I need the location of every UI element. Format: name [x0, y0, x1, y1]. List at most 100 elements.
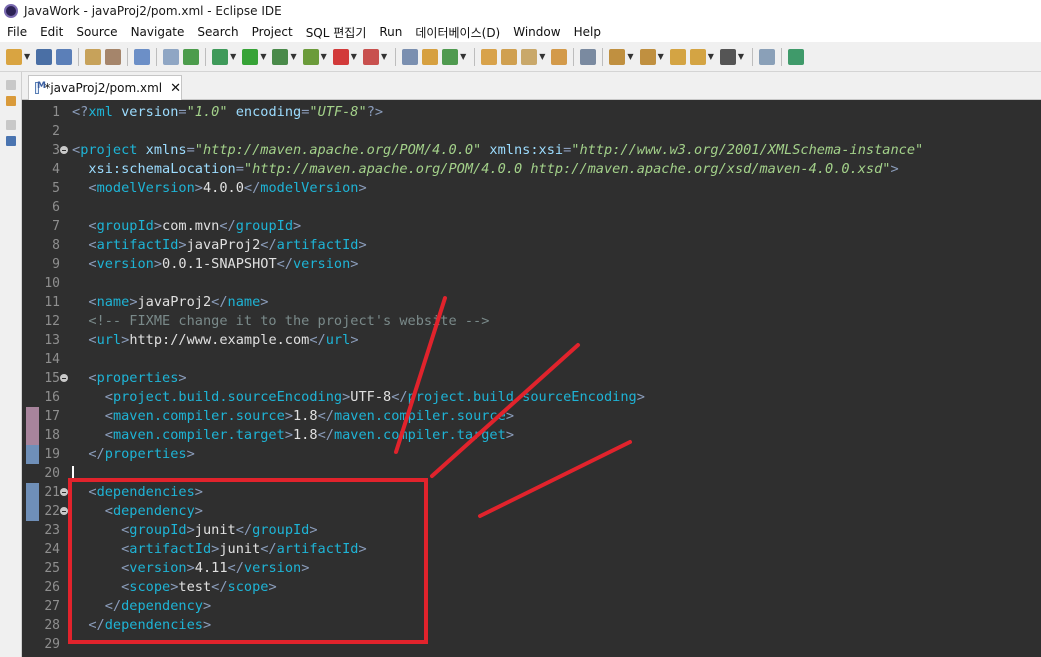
change-ruler-marker: [26, 445, 39, 464]
package-explorer-icon[interactable]: [5, 96, 16, 106]
toolbar-separator: [78, 47, 80, 66]
code-line[interactable]: 8 <artifactId>javaProj2</artifactId>: [22, 236, 1041, 255]
run-icon[interactable]: [242, 48, 259, 65]
code-line[interactable]: 16 <project.build.sourceEncoding>UTF-8</…: [22, 388, 1041, 407]
next-annotation-icon[interactable]: [609, 48, 626, 65]
menu-source[interactable]: Source: [69, 25, 123, 39]
code-line[interactable]: 14: [22, 350, 1041, 369]
code-line[interactable]: 9 <version>0.0.1-SNAPSHOT</version>: [22, 255, 1041, 274]
code-text: <groupId>com.mvn</groupId>: [88, 218, 302, 234]
code-line[interactable]: 12 <!-- FIXME change it to the project's…: [22, 312, 1041, 331]
debug-launch-icon[interactable]: [212, 48, 229, 65]
line-number: 28: [44, 618, 60, 633]
menu-window[interactable]: Window: [506, 25, 566, 39]
restore-icon[interactable]: [5, 80, 16, 90]
restore-icon[interactable]: [5, 120, 16, 130]
debug-icon[interactable]: [183, 48, 200, 65]
open-folder-icon[interactable]: [481, 48, 498, 65]
code-line[interactable]: 11 <name>javaProj2</name>: [22, 293, 1041, 312]
code-line[interactable]: 19 </properties>: [22, 445, 1041, 464]
menu-file[interactable]: File: [0, 25, 33, 39]
menu-help[interactable]: Help: [567, 25, 607, 39]
open-resource-icon[interactable]: [422, 48, 439, 65]
toolbar-separator: [752, 47, 754, 66]
save-all-icon[interactable]: [56, 48, 73, 65]
chevron-down-icon[interactable]: ▼: [539, 52, 545, 61]
external-tools-icon[interactable]: [302, 48, 319, 65]
code-line[interactable]: 4 xsi:schemaLocation="http://maven.apach…: [22, 160, 1041, 179]
code-line[interactable]: 15 <properties>: [22, 369, 1041, 388]
menu-search[interactable]: Search: [190, 25, 244, 39]
pin-icon[interactable]: [134, 48, 151, 65]
edit-folder-icon[interactable]: [551, 48, 568, 65]
close-icon[interactable]: ✕: [170, 81, 181, 96]
properties-icon[interactable]: [105, 48, 122, 65]
minimize-icon[interactable]: [759, 48, 776, 65]
fold-collapse-icon[interactable]: [60, 374, 68, 382]
back-icon[interactable]: [689, 48, 706, 65]
chevron-down-icon[interactable]: ▼: [24, 52, 30, 61]
chevron-down-icon[interactable]: ▼: [708, 52, 714, 61]
perspective-icon[interactable]: [788, 48, 805, 65]
fold-collapse-icon[interactable]: [60, 488, 68, 496]
code-line[interactable]: 17 <maven.compiler.source>1.8</maven.com…: [22, 407, 1041, 426]
menu-edit[interactable]: Edit: [33, 25, 69, 39]
line-number: 27: [44, 599, 60, 614]
code-line[interactable]: 13 <url>http://www.example.com</url>: [22, 331, 1041, 350]
code-text: <modelVersion>4.0.0</modelVersion>: [88, 180, 367, 196]
code-line[interactable]: 2: [22, 122, 1041, 141]
tab-label: *javaProj2/pom.xml: [44, 81, 163, 95]
line-number: 22: [44, 504, 60, 519]
code-line[interactable]: 3 <project xmlns="http://maven.apache.org…: [22, 141, 1041, 160]
menu-project[interactable]: Project: [245, 25, 299, 39]
code-line[interactable]: 5 <modelVersion>4.0.0</modelVersion>: [22, 179, 1041, 198]
code-line[interactable]: 10: [22, 274, 1041, 293]
new-icon[interactable]: [6, 48, 22, 65]
code-text: <name>javaProj2</name>: [88, 294, 269, 310]
folder-icon[interactable]: [501, 48, 518, 65]
save-icon[interactable]: [36, 48, 53, 65]
chevron-down-icon[interactable]: ▼: [460, 52, 466, 61]
stop-icon[interactable]: [332, 48, 349, 65]
menu-run[interactable]: Run: [372, 25, 408, 39]
fold-collapse-icon[interactable]: [60, 146, 68, 154]
search-icon[interactable]: [580, 48, 597, 65]
code-text: <artifactId>javaProj2</artifactId>: [88, 237, 367, 253]
line-number: 13: [44, 333, 60, 348]
skip-breakpoints-icon[interactable]: [163, 48, 180, 65]
chevron-down-icon[interactable]: ▼: [230, 52, 236, 61]
last-edit-icon[interactable]: [669, 48, 686, 65]
open-type-icon[interactable]: [402, 48, 419, 65]
print-icon[interactable]: [85, 48, 102, 65]
code-line[interactable]: 18 <maven.compiler.target>1.8</maven.com…: [22, 426, 1041, 445]
chevron-down-icon[interactable]: ▼: [321, 52, 327, 61]
code-text: <!-- FIXME change it to the project's we…: [72, 313, 490, 329]
menu-bar: File Edit Source Navigate Search Project…: [0, 22, 1041, 42]
chevron-down-icon[interactable]: ▼: [351, 52, 357, 61]
server-icon[interactable]: [362, 48, 379, 65]
coverage-icon[interactable]: [272, 48, 289, 65]
outline-icon[interactable]: [5, 136, 16, 146]
line-number: 10: [44, 276, 60, 291]
brush-icon[interactable]: [521, 48, 538, 65]
code-line[interactable]: 7 <groupId>com.mvn</groupId>: [22, 217, 1041, 236]
chevron-down-icon[interactable]: ▼: [658, 52, 664, 61]
fold-collapse-icon[interactable]: [60, 507, 68, 515]
chevron-down-icon[interactable]: ▼: [290, 52, 296, 61]
forward-icon[interactable]: [719, 48, 736, 65]
line-number: 6: [52, 200, 60, 215]
chevron-down-icon[interactable]: ▼: [381, 52, 387, 61]
code-line[interactable]: 1 <?xml version="1.0" encoding="UTF-8"?>: [22, 103, 1041, 122]
chevron-down-icon[interactable]: ▼: [627, 52, 633, 61]
refresh-icon[interactable]: [442, 48, 459, 65]
chevron-down-icon[interactable]: ▼: [260, 52, 266, 61]
chevron-down-icon[interactable]: ▼: [738, 52, 744, 61]
tab-pom-xml[interactable]: *javaProj2/pom.xml ✕: [28, 75, 182, 100]
code-line[interactable]: 6: [22, 198, 1041, 217]
menu-navigate[interactable]: Navigate: [124, 25, 191, 39]
menu-sql-editor[interactable]: SQL 편집기: [299, 24, 373, 41]
prev-annotation-icon[interactable]: [639, 48, 656, 65]
menu-database[interactable]: 데이터베이스(D): [408, 24, 506, 41]
code-text: <version>0.0.1-SNAPSHOT</version>: [88, 256, 359, 272]
line-number: 9: [52, 257, 60, 272]
